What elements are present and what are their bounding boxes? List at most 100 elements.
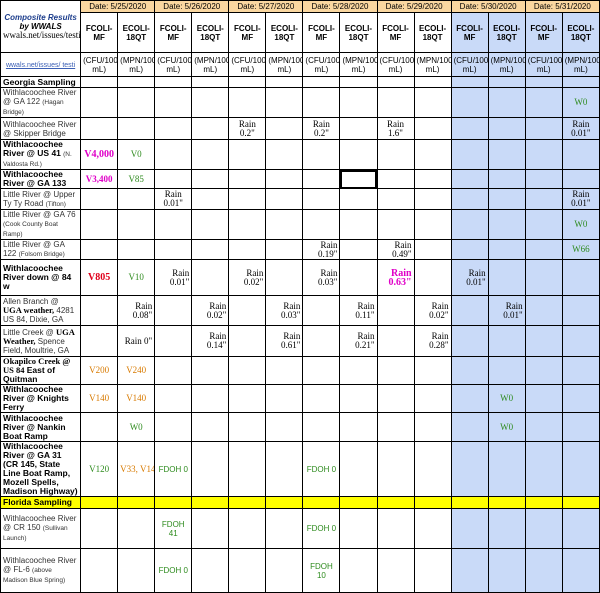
value-cell: Rain 0.61" xyxy=(265,325,304,357)
unit-ecoli: (MPN/100 mL) xyxy=(561,52,600,77)
value-cell: Rain 0.01" xyxy=(154,188,193,210)
site-label: Withlacoochee River @ US 41 (N. Valdosta… xyxy=(0,139,82,170)
unit-fcoli: (CFU/100 mL) xyxy=(302,52,341,77)
value-cell: Rain 0.2" xyxy=(302,117,341,140)
value-cell: V33, V140 xyxy=(117,441,156,497)
value-cell: Rain 0.01" xyxy=(561,117,600,140)
table-row: Withlacoochee River @ GA 122 (Hagan Brid… xyxy=(0,87,600,118)
value-cell: V240 xyxy=(117,356,156,385)
col-ecoli: ECOLI-18QT xyxy=(487,12,526,53)
url-short-cell[interactable]: wwals.net/issues/ testi xyxy=(0,52,82,77)
section-florida: Florida Sampling xyxy=(0,496,82,509)
value-cell: V85 xyxy=(117,169,156,189)
unit-ecoli: (MPN/100 mL) xyxy=(413,52,452,77)
header-title: Composite Results xyxy=(4,13,77,22)
table-row: Little River @ GA 122 (Folsom Bridge) Ra… xyxy=(0,239,600,260)
col-ecoli: ECOLI-18QT xyxy=(117,12,156,53)
col-fcoli: FCOLI-MF xyxy=(228,12,267,53)
table-row: Little River @ GA 76 (Cook County Boat R… xyxy=(0,209,600,240)
col-fcoli: FCOLI-MF xyxy=(450,12,489,53)
value-cell: FDOH 10 xyxy=(302,548,341,593)
col-fcoli: FCOLI-MF xyxy=(302,12,341,53)
table-row: Little River @ Upper Ty Ty Road (Tifton)… xyxy=(0,188,600,210)
site-label: Withlacoochee River @ FL-6 (above Madiso… xyxy=(0,548,82,593)
site-label: Little River @ GA 76 (Cook County Boat R… xyxy=(0,209,82,240)
value-cell: W0 xyxy=(561,209,600,240)
value-cell: V140 xyxy=(80,384,119,413)
table-row: Withlacoochee River @ Knights Ferry V140… xyxy=(0,384,600,413)
value-cell: W0 xyxy=(487,412,526,442)
table-row: Okapilco Creek @ US 84 East of Quitman V… xyxy=(0,356,600,385)
value-cell: W0 xyxy=(487,384,526,413)
value-cell: Rain 0.02" xyxy=(228,259,267,296)
section-georgia: Georgia Sampling xyxy=(0,76,82,88)
selected-cell[interactable] xyxy=(339,169,378,189)
col-ecoli: ECOLI-18QT xyxy=(413,12,452,53)
col-ecoli: ECOLI-18QT xyxy=(339,12,378,53)
table-row: Little Creek @ UGA Weather, Spence Field… xyxy=(0,325,600,357)
table-row: Allen Branch @ UGA weather, 4281 US 84, … xyxy=(0,295,600,326)
site-label: Little River @ GA 122 (Folsom Bridge) xyxy=(0,239,82,260)
value-cell: FDOH 0 xyxy=(154,548,193,593)
url-short[interactable]: wwals.net/issues/ testi xyxy=(6,62,75,69)
value-cell: FDOH 0 xyxy=(302,508,341,549)
value-cell: Rain 0.21" xyxy=(339,325,378,357)
date-header: Date: 5/30/2020 xyxy=(450,0,526,13)
value-cell: Rain 0.03" xyxy=(302,259,341,296)
unit-ecoli: (MPN/100 mL) xyxy=(487,52,526,77)
col-fcoli: FCOLI-MF xyxy=(80,12,119,53)
value-cell: V0 xyxy=(117,139,156,170)
site-label: Withlacoochee River @ CR 150 (Sullivan L… xyxy=(0,508,82,549)
value-cell: V10 xyxy=(117,259,156,296)
site-label: Withlacoochee River @ Knights Ferry xyxy=(0,384,82,413)
table-row: Withlacoochee River @ Skipper Bridge Rai… xyxy=(0,117,600,140)
value-cell: V4,000 xyxy=(84,149,115,160)
col-fcoli: FCOLI-MF xyxy=(154,12,193,53)
site-label: Withlacoochee River @ Skipper Bridge xyxy=(0,117,82,140)
value-cell: Rain 0.01" xyxy=(561,188,600,210)
col-fcoli: FCOLI-MF xyxy=(524,12,563,53)
unit-fcoli: (CFU/100 mL) xyxy=(524,52,563,77)
value-cell: Rain 0.14" xyxy=(191,325,230,357)
table-row: Withlacoochee River @ CR 150 (Sullivan L… xyxy=(0,508,600,549)
site-label: Withlacoochee River @ GA 133 xyxy=(0,169,82,189)
value-cell: Rain 0.49" xyxy=(376,239,415,260)
value-cell: Rain 0.02" xyxy=(413,295,452,326)
value-cell: Rain 0.03" xyxy=(265,295,304,326)
date-header: Date: 5/26/2020 xyxy=(154,0,230,13)
value-cell: Rain 0.08" xyxy=(117,295,156,326)
value-cell: W0 xyxy=(561,87,600,118)
header-url[interactable]: wwals.net/issues/testing/ xyxy=(3,31,80,40)
value-cell: Rain 0.01" xyxy=(450,259,489,296)
value-cell: Rain 0.28" xyxy=(413,325,452,357)
table-row: Withlacoochee River @ GA 31 (CR 145, Sta… xyxy=(0,441,600,497)
value-cell: W66 xyxy=(561,239,600,260)
site-label: Withlacoochee River @ GA 31 (CR 145, Sta… xyxy=(0,441,82,497)
unit-ecoli: (MPN/100 mL) xyxy=(117,52,156,77)
value-cell: FDOH 41 xyxy=(154,508,193,549)
date-header: Date: 5/27/2020 xyxy=(228,0,304,13)
value-cell: V120 xyxy=(80,441,119,497)
value-cell: Rain 0.11" xyxy=(339,295,378,326)
date-header: Date: 5/29/2020 xyxy=(376,0,452,13)
date-header: Date: 5/25/2020 xyxy=(80,0,156,13)
unit-fcoli: (CFU/100 mL) xyxy=(228,52,267,77)
unit-fcoli: (CFU/100 mL) xyxy=(376,52,415,77)
site-label: Little River @ Upper Ty Ty Road (Tifton) xyxy=(0,188,82,210)
table-row: Withlacoochee River @ FL-6 (above Madiso… xyxy=(0,548,600,593)
date-header: Date: 5/31/2020 xyxy=(524,0,600,13)
value-cell: FDOH 0 xyxy=(302,441,341,497)
value-cell: V3,400 xyxy=(85,173,113,184)
value-cell: V200 xyxy=(80,356,119,385)
table-row: Withlacoochee River down @ 84 w V805 V10… xyxy=(0,259,600,296)
value-cell: Rain 0.02" xyxy=(191,295,230,326)
value-cell: FDOH 0 xyxy=(154,441,193,497)
table-row: Withlacoochee River @ GA 133 V3,400 V85 xyxy=(0,169,600,189)
table-row: Withlacoochee River @ Nankin Boat Ramp W… xyxy=(0,412,600,442)
value-cell: Rain 0.63" xyxy=(376,259,415,296)
value-cell: Rain 0.01" xyxy=(487,295,526,326)
site-label: Little Creek @ UGA Weather, Spence Field… xyxy=(0,325,82,357)
unit-ecoli: (MPN/100 mL) xyxy=(265,52,304,77)
col-ecoli: ECOLI-18QT xyxy=(191,12,230,53)
site-label: Withlacoochee River down @ 84 w xyxy=(0,259,82,296)
